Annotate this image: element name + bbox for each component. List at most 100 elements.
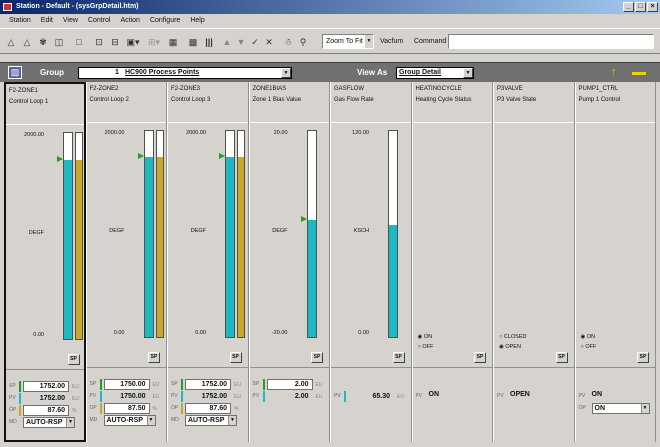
menu-configure[interactable]: Configure [145, 15, 185, 27]
sp-marker[interactable] [57, 156, 63, 163]
op-value-field[interactable]: 87.50 [103, 403, 150, 414]
faceplate-f2-zone3[interactable]: F2-ZONE3 Control Loop 3 2000.00 DEGF 0.00 SP S… [167, 82, 249, 442]
setpoint-button[interactable]: SP [637, 352, 649, 363]
next-display-icon[interactable]: ⊟ [108, 36, 122, 49]
pv-label: PV [497, 393, 504, 399]
setpoint-button[interactable]: SP [474, 352, 486, 363]
command-input[interactable] [448, 34, 654, 49]
vacuum-label: Vacfum [380, 38, 404, 45]
menu-control[interactable]: Control [83, 15, 116, 27]
faceplate-f2-zone1[interactable]: F2-ZONE1 Control Loop 1 2000.00 DEGF 0.00 SP S… [4, 82, 86, 442]
setpoint-button[interactable]: SP [148, 352, 160, 363]
op-units: % [234, 406, 239, 412]
history-icon[interactable]: ▣▾ [124, 36, 142, 49]
sp-marker[interactable] [219, 152, 225, 159]
mode-label: MD [89, 417, 98, 423]
option-off[interactable]: ○ OFF [418, 344, 434, 350]
faceplate-gasflow[interactable]: GASFLOW Gas Flow Rate 120.00 KSCH 0.00 SP PV 65… [330, 82, 412, 442]
point-name[interactable]: GASFLOW [334, 86, 364, 92]
pv-label: PV [9, 395, 16, 401]
menu-action[interactable]: Action [115, 15, 144, 27]
point-name[interactable]: F2-ZONE3 [171, 86, 200, 92]
menu-edit[interactable]: Edit [36, 15, 58, 27]
point-name[interactable]: PUMP1_CTRL [579, 86, 619, 92]
faceplate-p3valve[interactable]: P3VALVE P3 Valve State ○ CLOSED ◉ OPEN SP PV O… [493, 82, 575, 442]
sp-value-field[interactable]: 1752.00 [185, 379, 231, 390]
acknowledge-icon[interactable]: ✓ [249, 36, 261, 49]
sp-value-field[interactable]: 1752.00 [23, 381, 69, 392]
option-open[interactable]: ◉ OPEN [499, 344, 521, 350]
maximize-button[interactable]: □ [635, 2, 646, 12]
faceplate-pump1_ctrl[interactable]: PUMP1_CTRL Pump 1 Control ◉ ON ○ OFF SP PV ON O… [574, 82, 656, 442]
op-state-select[interactable]: ON ▼ [591, 403, 650, 414]
cancel-icon[interactable]: ✕ [263, 36, 275, 49]
group-select[interactable]: 1 HC900 Process Points ▼ [78, 67, 292, 79]
mode-select[interactable]: AUTO-RSP ▼ [23, 417, 75, 428]
minimize-button[interactable]: _ [623, 2, 634, 12]
scale-low: 0.00 [33, 332, 44, 338]
close-button[interactable]: × [647, 2, 658, 12]
associated-display-icon[interactable]: ☃ [281, 36, 295, 49]
menu-station[interactable]: Station [4, 15, 36, 27]
display-icon[interactable]: ◫ [52, 36, 66, 49]
group-display-icon[interactable]: ▧ [8, 66, 22, 79]
setpoint-button[interactable]: SP [67, 354, 80, 365]
faceplate-zone1bias[interactable]: ZONE1BIAS Zone 1 Bias Value 20.00 DEGF -20.0… [248, 82, 330, 442]
find-icon[interactable]: ⚲ [296, 36, 310, 49]
sp-value-field[interactable]: 1750.00 [103, 379, 150, 390]
mode-select[interactable]: AUTO-RSP ▼ [103, 415, 156, 426]
option-closed[interactable]: ○ CLOSED [499, 334, 526, 340]
sp-marker[interactable] [137, 153, 144, 159]
mode-value: AUTO-RSP [106, 417, 143, 424]
forward-icon[interactable]: ▦ [166, 36, 180, 49]
page-icon[interactable]: □ [72, 36, 86, 49]
setpoint-button[interactable]: SP [229, 352, 242, 363]
view-as-select[interactable]: Group Detail ▼ [396, 67, 474, 79]
detail-icon[interactable]: ▩ [186, 36, 200, 49]
group-bar: ▧ Group 1 HC900 Process Points ▼ View As… [0, 62, 660, 82]
point-name[interactable]: HEATINGCYCLE [416, 86, 462, 92]
trend-icon[interactable]: ||| [202, 36, 216, 49]
option-on[interactable]: ◉ ON [418, 334, 433, 340]
chevron-down-icon: ▼ [66, 418, 74, 427]
point-name[interactable]: ZONE1BIAS [253, 86, 287, 92]
raise-icon[interactable]: ▲ [221, 36, 233, 49]
operator-icon[interactable]: ✾ [36, 36, 50, 49]
mode-label: MD [9, 419, 17, 425]
setpoint-button[interactable]: SP [555, 352, 568, 363]
op-value-field[interactable]: 87.60 [23, 405, 69, 416]
toolbar: △ △ ✾ ◫ □ ⊡ ⊟ ▣▾ ⊞▾ ▦ ▩ ||| ▲ ▼ ✓ ✕ ☃ ⚲ … [0, 28, 660, 54]
sp-label: SP [252, 381, 260, 387]
lower-icon[interactable]: ▼ [235, 36, 247, 49]
station-window: Station - Default - (sysGrpDetail.htm) _… [0, 0, 660, 447]
header-divider [412, 122, 492, 123]
option-off[interactable]: ○ OFF [581, 344, 597, 350]
scale-high: 120.00 [352, 130, 369, 136]
sp-marker[interactable] [300, 216, 307, 223]
point-name[interactable]: P3VALVE [497, 86, 523, 92]
values-divider [331, 367, 411, 368]
prev-display-icon[interactable]: ⊡ [92, 36, 106, 49]
menu-help[interactable]: Help [185, 15, 209, 27]
point-name[interactable]: F2-ZONE1 [9, 88, 38, 94]
setpoint-button[interactable]: SP [311, 352, 323, 363]
back-icon[interactable]: ⊞▾ [145, 36, 163, 49]
mode-select[interactable]: AUTO-RSP ▼ [185, 415, 237, 426]
menu-view[interactable]: View [58, 15, 83, 27]
sp-units: EU [72, 384, 79, 390]
alarm-bell-icon[interactable]: △ [4, 36, 18, 49]
up-arrow-icon[interactable]: ↑ [611, 66, 617, 78]
pv-value: 1752.00 [201, 393, 227, 400]
point-name[interactable]: F2-ZONE2 [90, 86, 119, 92]
zoom-select[interactable]: Zoom To Fit ▼ [322, 34, 374, 49]
alarm-summary-icon[interactable]: △ [20, 36, 34, 49]
chevron-down-icon: ▼ [365, 35, 373, 48]
faceplate-f2-zone2[interactable]: F2-ZONE2 Control Loop 2 2000.00 DEGF 0.00 SP S… [85, 82, 167, 442]
setpoint-button[interactable]: SP [392, 352, 405, 363]
option-on[interactable]: ◉ ON [581, 334, 596, 340]
pv-bar [63, 132, 73, 340]
sp-value-field[interactable]: 2.00 [266, 379, 313, 390]
op-value-field[interactable]: 87.60 [185, 403, 231, 414]
faceplate-heatingcycle[interactable]: HEATINGCYCLE Heating Cycle Status ◉ ON ○ OF… [411, 82, 493, 442]
minimize-panel-icon[interactable] [632, 72, 646, 75]
